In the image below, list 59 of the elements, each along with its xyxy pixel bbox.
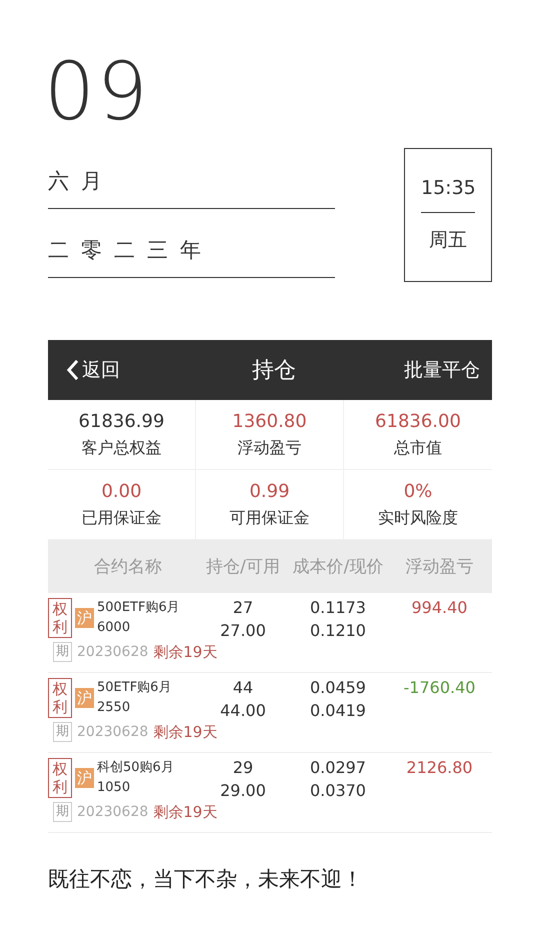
position-cell: 29	[232, 758, 254, 777]
expiry-tag: 期	[53, 802, 72, 822]
summary-value: 61836.99	[78, 410, 164, 432]
price-cell: 0.0419	[310, 701, 366, 720]
summary-label: 实时风险度	[378, 508, 458, 528]
price-cell: 0.0370	[310, 781, 366, 800]
pnl-cell: -1760.40	[404, 678, 476, 697]
weekday-text: 周五	[429, 228, 467, 253]
summary-label: 可用保证金	[230, 508, 310, 528]
contract-name[interactable]: 50ETF购6月2550	[97, 678, 198, 718]
time-text: 15:35	[421, 177, 475, 213]
close-all-button[interactable]: 批量平仓	[404, 357, 480, 383]
summary-value: 0.00	[101, 480, 142, 502]
type-tag: 权利	[48, 758, 72, 798]
remaining-days: 剩余19天	[153, 642, 218, 662]
month-text: 六月	[48, 160, 335, 209]
column-header: 浮动盈亏	[404, 556, 474, 578]
day-number: 09	[44, 50, 151, 134]
exchange-tag: 沪	[75, 688, 94, 708]
expiry-tag: 期	[53, 642, 72, 662]
page-title: 持仓	[252, 357, 296, 385]
expiry-date: 20230628	[77, 804, 148, 820]
pnl-cell: 994.40	[412, 598, 468, 617]
position-cell: 27	[232, 598, 254, 617]
back-button[interactable]: 返回	[66, 357, 120, 383]
cost-cell: 0.1173	[310, 598, 366, 617]
summary-label: 浮动盈亏	[238, 438, 302, 458]
type-tag: 权利	[48, 678, 72, 718]
type-tag: 权利	[48, 598, 72, 638]
year-text: 二零二三年	[48, 229, 335, 278]
price-cell: 0.1210	[310, 621, 366, 640]
summary-value: 0%	[404, 480, 432, 502]
exchange-tag: 沪	[75, 608, 94, 628]
back-icon	[66, 359, 79, 381]
summary-value: 0.99	[249, 480, 290, 502]
cost-cell: 0.0297	[310, 758, 366, 777]
column-header: 持仓/可用	[205, 556, 281, 578]
expiry-date: 20230628	[77, 644, 148, 660]
summary-label: 已用保证金	[82, 508, 162, 528]
remaining-days: 剩余19天	[153, 802, 218, 822]
expiry-tag: 期	[53, 722, 72, 742]
summary-label: 总市值	[394, 438, 442, 458]
exchange-tag: 沪	[75, 768, 94, 788]
summary-value: 61836.00	[375, 410, 461, 432]
motto-text: 既往不恋，当下不杂，未来不迎！	[48, 866, 364, 893]
column-header: 合约名称	[93, 556, 163, 578]
available-cell: 29.00	[220, 781, 266, 800]
summary-label: 客户总权益	[82, 438, 162, 458]
expiry-date: 20230628	[77, 724, 148, 740]
summary-value: 1360.80	[232, 410, 307, 432]
position-cell: 44	[232, 678, 254, 697]
available-cell: 44.00	[220, 701, 266, 720]
contract-name[interactable]: 500ETF购6月6000	[97, 598, 198, 638]
cost-cell: 0.0459	[310, 678, 366, 697]
contract-name[interactable]: 科创50购6月1050	[97, 758, 198, 798]
pnl-cell: 2126.80	[406, 758, 473, 777]
remaining-days: 剩余19天	[153, 722, 218, 742]
available-cell: 27.00	[220, 621, 266, 640]
column-header: 成本价/现价	[292, 556, 384, 578]
